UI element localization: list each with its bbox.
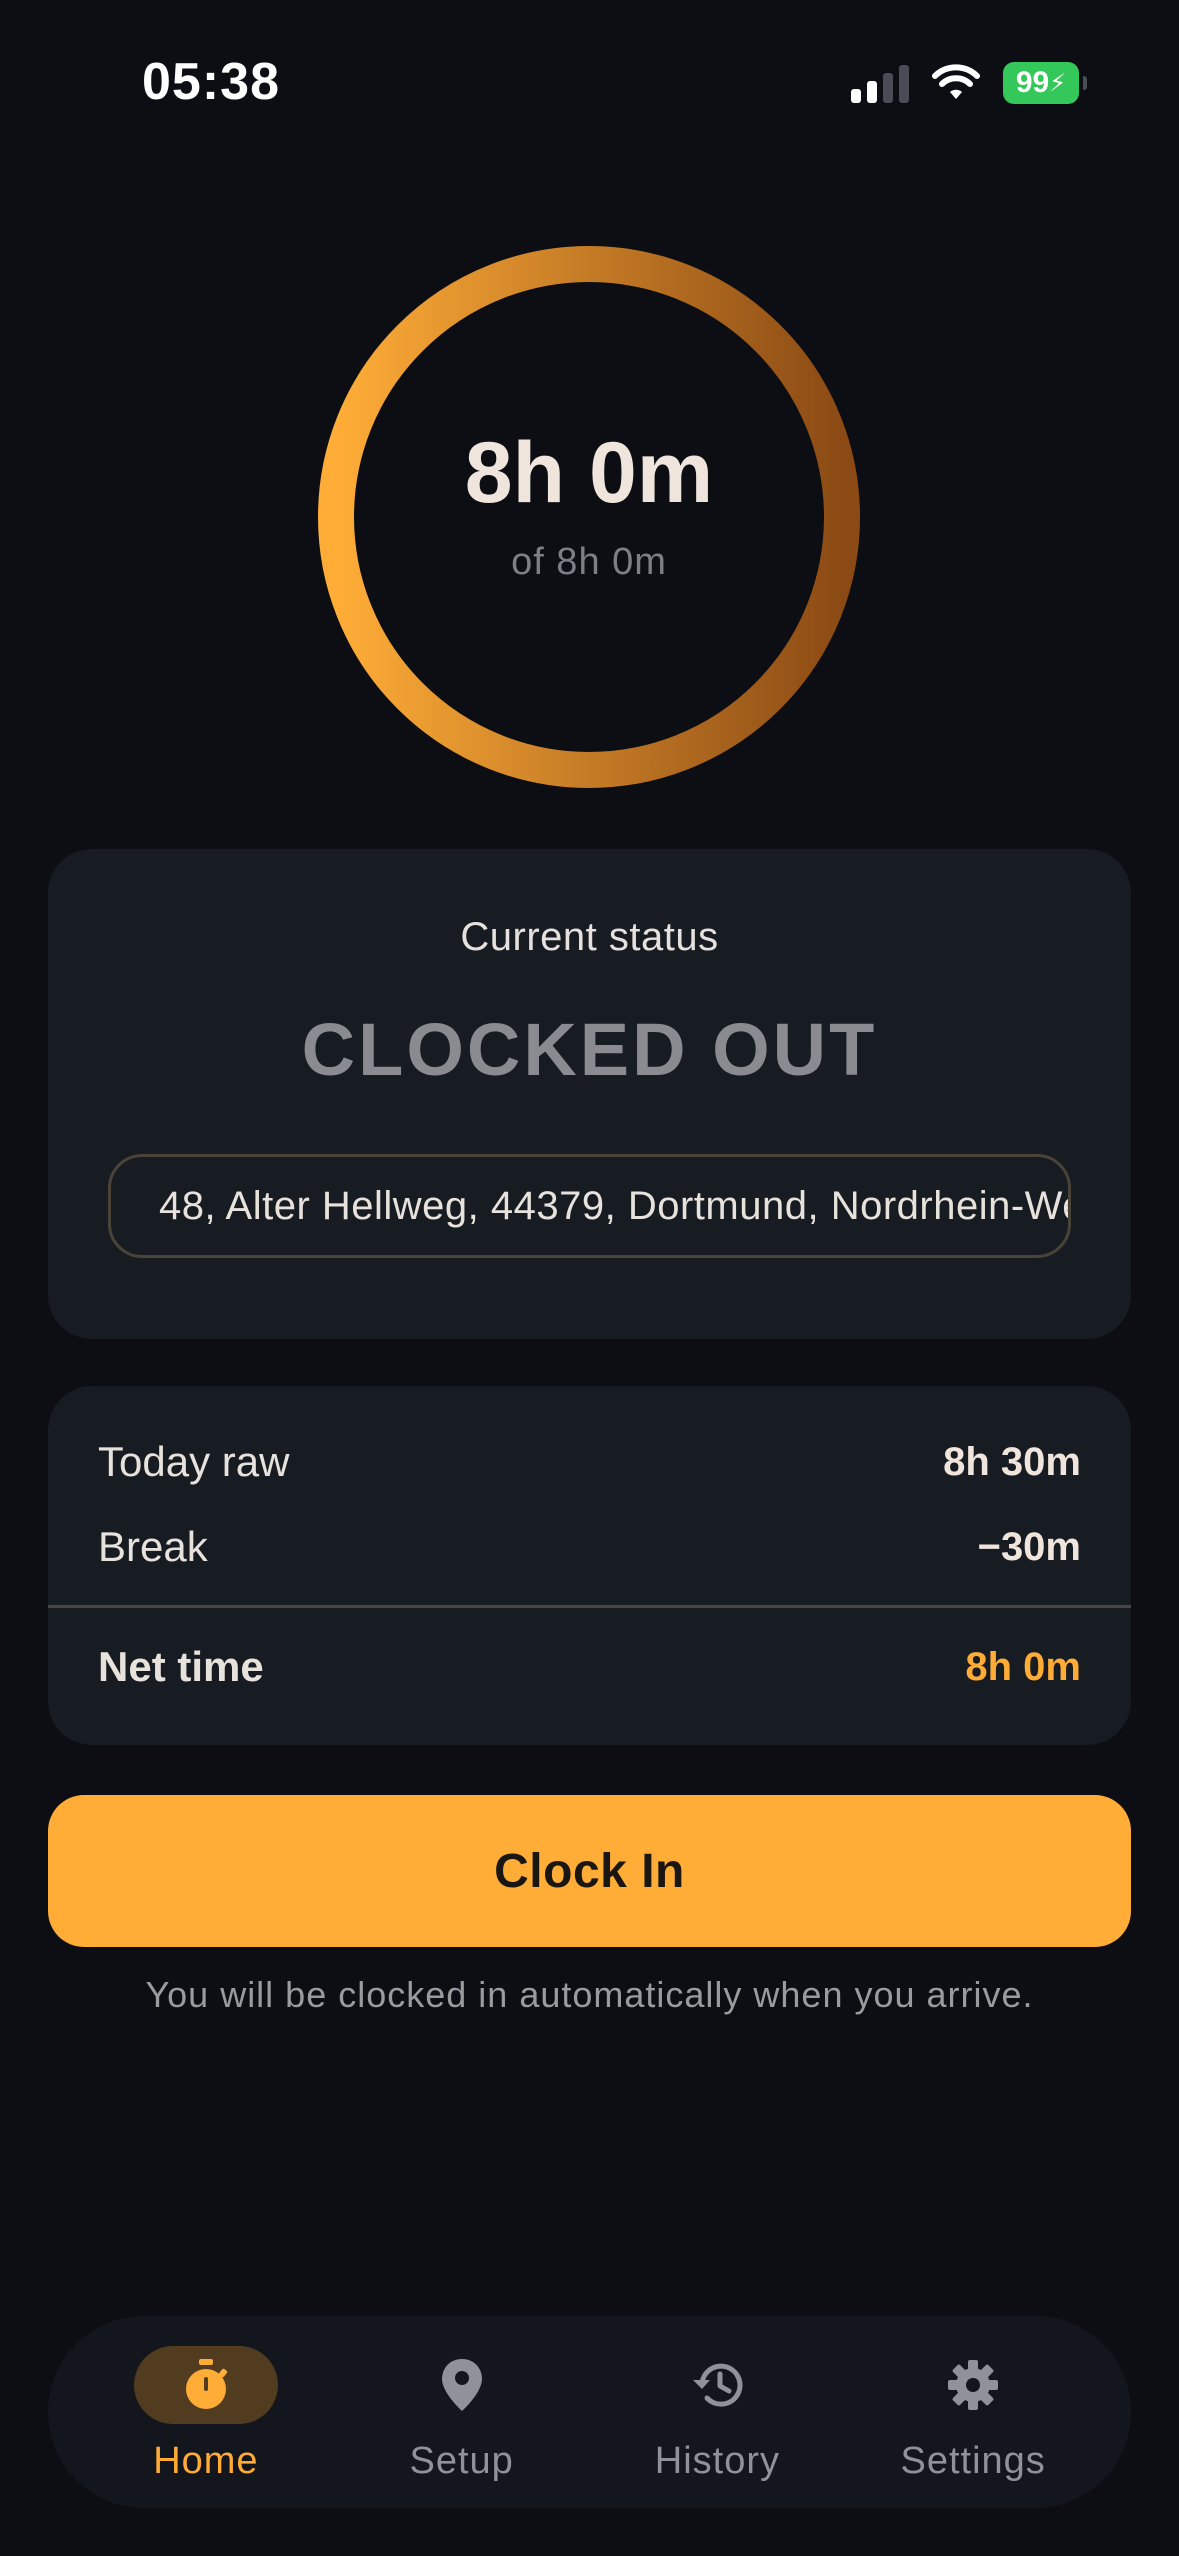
break-value: −30m — [977, 1524, 1081, 1569]
auto-clock-hint: You will be clocked in automatically whe… — [145, 1974, 1034, 2015]
clock-in-button[interactable]: Clock In — [48, 1795, 1131, 1947]
net-time-value: 8h 0m — [965, 1644, 1081, 1689]
nav-history-label: History — [654, 2440, 780, 2482]
today-raw-value: 8h 30m — [943, 1439, 1081, 1484]
nav-history-pill — [645, 2346, 789, 2424]
bolt-icon: ⚡ — [1049, 69, 1067, 97]
target-time: of 8h 0m — [511, 541, 667, 583]
status-label: Current status — [460, 915, 719, 959]
signal-icon — [851, 63, 909, 103]
nav-item-settings[interactable]: Settings — [858, 2316, 1088, 2508]
summary-divider — [48, 1605, 1131, 1608]
nav-item-setup[interactable]: Setup — [347, 2316, 577, 2508]
status-time: 05:38 — [142, 53, 280, 111]
net-time-label: Net time — [98, 1643, 264, 1690]
nav-home-label: Home — [153, 2440, 259, 2482]
status-icons: 99 ⚡ — [851, 62, 1087, 104]
address-text: 48, Alter Hellweg, 44379, Dortmund, Nord… — [159, 1183, 1068, 1228]
break-row: Break −30m — [98, 1523, 1081, 1571]
gear-icon — [948, 2360, 999, 2410]
status-value: CLOCKED OUT — [301, 1008, 878, 1091]
net-time-row: Net time 8h 0m — [98, 1643, 1081, 1691]
status-card: Current status CLOCKED OUT 48, Alter Hel… — [48, 849, 1131, 1339]
address-field[interactable]: 48, Alter Hellweg, 44379, Dortmund, Nord… — [108, 1154, 1071, 1258]
battery-charging-icon: 99 ⚡ — [1003, 62, 1087, 104]
nav-settings-label: Settings — [900, 2440, 1046, 2482]
nav-item-home[interactable]: Home — [91, 2316, 321, 2508]
progress-ring: 8h 0m of 8h 0m — [318, 246, 860, 788]
time-summary-card: Today raw 8h 30m Break −30m Net time 8h … — [48, 1386, 1131, 1745]
today-raw-label: Today raw — [98, 1438, 290, 1485]
nav-setup-pill — [390, 2346, 534, 2424]
worked-time: 8h 0m — [464, 425, 714, 521]
nav-settings-pill — [901, 2346, 1045, 2424]
break-label: Break — [98, 1523, 208, 1570]
wifi-icon — [932, 64, 980, 99]
battery-level: 99 — [1015, 66, 1050, 99]
location-pin-icon — [441, 2359, 482, 2411]
home-screen: 05:38 99 ⚡ 8h 0m of 8h 0m Current status… — [0, 0, 1179, 2556]
today-raw-row: Today raw 8h 30m — [98, 1438, 1081, 1486]
status-bar: 05:38 99 ⚡ — [0, 0, 1179, 170]
stopwatch-icon — [185, 2359, 227, 2409]
nav-item-history[interactable]: History — [602, 2316, 832, 2508]
nav-home-pill — [133, 2346, 278, 2424]
history-icon — [693, 2363, 743, 2407]
progress-ring-center: 8h 0m of 8h 0m — [318, 246, 860, 788]
bottom-nav: Home Setup History Settings — [48, 2316, 1131, 2508]
nav-setup-label: Setup — [409, 2440, 514, 2482]
